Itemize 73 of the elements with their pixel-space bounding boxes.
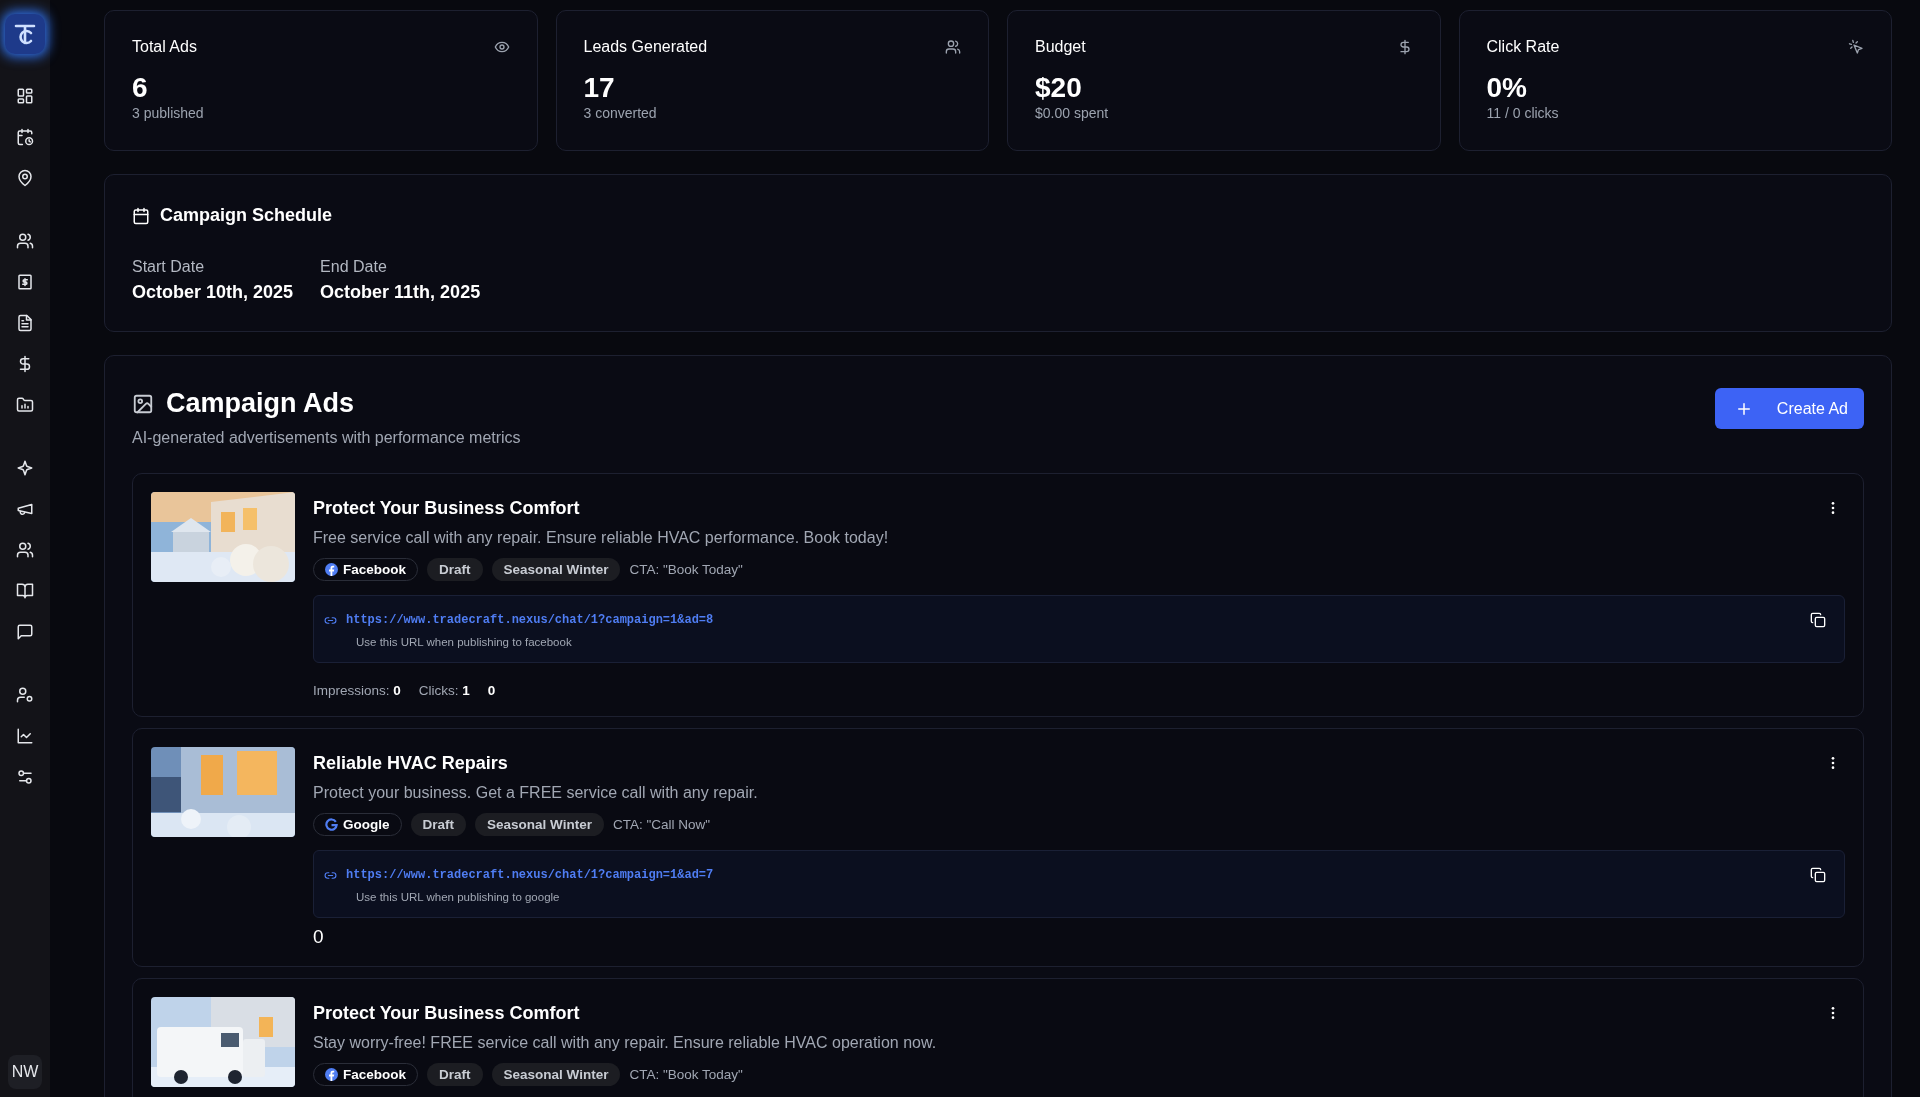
- copy-icon: [1810, 867, 1826, 883]
- tag-badge: Seasonal Winter: [475, 813, 604, 836]
- eye-icon: [493, 39, 510, 55]
- metric-value: 0: [393, 683, 401, 698]
- stat-caption: 11 / 0 clicks: [1486, 105, 1559, 121]
- cta-text: CTA: "Call Now": [612, 817, 711, 832]
- metric-value: 0: [313, 926, 324, 948]
- google-logo-icon: [325, 818, 338, 831]
- map-pin-icon[interactable]: [16, 169, 34, 187]
- app-logo[interactable]: [5, 14, 45, 54]
- stat-value: 0%: [1486, 72, 1527, 103]
- stat-caption: $0.00 spent: [1035, 105, 1109, 121]
- status-badge: Draft: [410, 813, 466, 836]
- cursor-click-icon: [1848, 39, 1864, 55]
- cta-text: CTA: "Book Today": [629, 562, 743, 577]
- copy-button[interactable]: [1810, 867, 1826, 883]
- user-avatar[interactable]: NW: [8, 1055, 42, 1089]
- book-icon[interactable]: [16, 582, 34, 600]
- stat-title: Click Rate: [1486, 38, 1560, 56]
- users-icon: [945, 39, 961, 55]
- facebook-logo-icon: [325, 563, 338, 576]
- status-badge: Draft: [427, 558, 483, 581]
- stat-caption: 3 published: [132, 105, 204, 121]
- document-icon[interactable]: [16, 314, 34, 332]
- copy-icon: [1810, 612, 1826, 628]
- ad-description: Protect your business. Get a FREE service call with any repair.: [313, 784, 758, 802]
- ad-title: Protect Your Business Comfort: [313, 1002, 581, 1025]
- tracking-url[interactable]: https://www.tradecraft.nexus/chat/1?campaign=1&ad=7: [346, 868, 714, 882]
- stat-value: $20: [1035, 72, 1082, 103]
- stat-caption: 3 converted: [583, 105, 657, 121]
- stat-title: Total Ads: [132, 38, 197, 56]
- stat-value: 17: [583, 72, 615, 103]
- stat-title: Budget: [1035, 38, 1086, 56]
- ad-title: Protect Your Business Comfort: [313, 497, 581, 520]
- receipt-icon[interactable]: [16, 273, 34, 291]
- stat-title: Leads Generated: [583, 38, 708, 56]
- date-value: October 10th, 2025: [132, 282, 294, 303]
- users-icon[interactable]: [16, 541, 34, 559]
- metric-value: 0: [487, 683, 496, 698]
- ad-description: Free service call with any repair. Ensure reliable HVAC performance. Book today!: [313, 529, 889, 547]
- folder-chart-icon[interactable]: [16, 396, 34, 414]
- copy-button[interactable]: [1810, 612, 1826, 628]
- sparkles-icon[interactable]: [16, 459, 34, 477]
- url-hint: Use this URL when publishing to facebook: [356, 636, 573, 648]
- tag-badge: Seasonal Winter: [491, 558, 621, 581]
- calendar-icon: [132, 206, 150, 225]
- create-ad-button[interactable]: Create Ad: [1714, 388, 1864, 429]
- date-label: Start Date: [132, 258, 206, 276]
- line-chart-icon[interactable]: [16, 727, 34, 745]
- section-title: Campaign Schedule: [160, 205, 333, 226]
- metric-label: Impressions:: [313, 683, 390, 698]
- date-value: October 11th, 2025: [320, 282, 481, 303]
- status-badge: Draft: [427, 1063, 483, 1086]
- metric-label: Clicks:: [418, 683, 459, 698]
- calendar-clock-icon[interactable]: [16, 128, 34, 146]
- dashboard-icon[interactable]: [16, 87, 34, 105]
- facebook-logo-icon: [325, 1068, 338, 1081]
- date-label: End Date: [320, 258, 388, 276]
- url-hint: Use this URL when publishing to google: [356, 891, 561, 903]
- section-subtitle: AI-generated advertisements with performance metrics: [132, 429, 521, 447]
- user-settings-icon[interactable]: [16, 686, 34, 704]
- tracking-url[interactable]: https://www.tradecraft.nexus/chat/1?campaign=1&ad=8: [346, 613, 714, 627]
- ad-title: Reliable HVAC Repairs: [313, 752, 509, 775]
- ad-description: Stay worry-free! FREE service call with any repair. Ensure reliable HVAC operation now.: [313, 1034, 937, 1052]
- tag-badge: Seasonal Winter: [491, 1063, 621, 1086]
- section-title: Campaign Ads: [166, 388, 355, 419]
- stat-value: 6: [132, 72, 148, 103]
- image-icon: [132, 392, 154, 415]
- users-icon[interactable]: [16, 232, 34, 250]
- cta-text: CTA: "Book Today": [629, 1067, 743, 1082]
- metric-value: 1: [462, 683, 470, 698]
- message-icon[interactable]: [16, 623, 34, 641]
- sliders-icon[interactable]: [16, 768, 34, 786]
